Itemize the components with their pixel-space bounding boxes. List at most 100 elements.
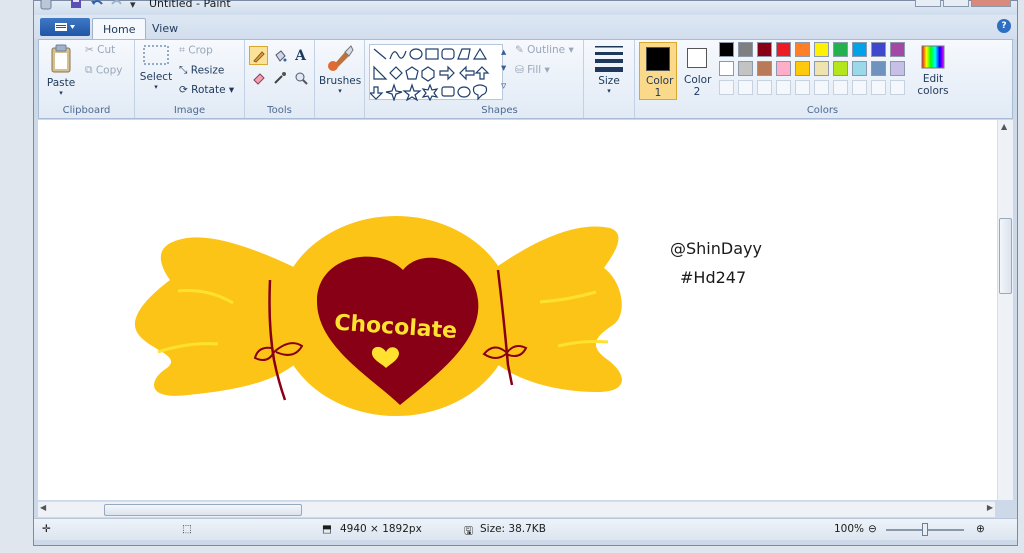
palette-swatch[interactable]: [776, 61, 791, 76]
rotate-icon: ⟳: [179, 84, 188, 96]
zoom-out-button[interactable]: ⊖: [868, 523, 877, 535]
palette-swatch[interactable]: [890, 42, 905, 57]
copy-button[interactable]: ⧉ Copy: [85, 64, 122, 77]
pencil-tool[interactable]: [249, 46, 268, 65]
palette-swatch[interactable]: [757, 61, 772, 76]
vertical-scrollbar[interactable]: ▲: [997, 120, 1013, 500]
palette-swatch[interactable]: [814, 42, 829, 57]
close-button[interactable]: [971, 0, 1011, 7]
custom-color-slot[interactable]: [719, 80, 734, 95]
palette-swatch[interactable]: [757, 42, 772, 57]
paint-menu-button[interactable]: [40, 18, 90, 36]
edit-colors-button[interactable]: Edit colors: [913, 44, 953, 102]
customize-quick-access-icon[interactable]: ▾: [130, 0, 136, 12]
custom-color-slot[interactable]: [814, 80, 829, 95]
text-tool[interactable]: A: [291, 46, 310, 65]
shapes-expand[interactable]: ▿: [501, 80, 506, 92]
brushes-button[interactable]: Brushes ▾: [319, 44, 361, 95]
palette-swatch[interactable]: [852, 42, 867, 57]
vertical-scroll-thumb[interactable]: [999, 218, 1012, 294]
palette-swatch[interactable]: [719, 42, 734, 57]
edit-colors-label: Edit colors: [917, 73, 949, 97]
paintbrush-icon: [328, 45, 354, 71]
redo-icon[interactable]: [110, 0, 124, 12]
minimize-button[interactable]: [915, 0, 941, 7]
shapes-scroll-up[interactable]: ▴: [501, 46, 506, 58]
palette-swatch[interactable]: [833, 61, 848, 76]
tools-group: A Tools: [245, 40, 315, 118]
clipboard-icon: [51, 44, 71, 73]
color1-swatch: [646, 47, 670, 71]
palette-swatch[interactable]: [795, 61, 810, 76]
outline-pencil-icon: ✎: [515, 44, 524, 56]
scroll-left-arrow[interactable]: ◀: [40, 503, 46, 512]
palette-swatch[interactable]: [738, 61, 753, 76]
colors-group-label: Colors: [806, 105, 839, 116]
shapes-gallery[interactable]: [368, 44, 503, 102]
custom-color-slot[interactable]: [776, 80, 791, 95]
save-icon[interactable]: [70, 0, 82, 12]
fill-bucket-tool[interactable]: [270, 46, 289, 65]
canvas-area[interactable]: Chocolate @ShinDayy #Hd247 ▲: [38, 120, 1013, 500]
color1-button[interactable]: Color 1: [639, 42, 677, 100]
custom-color-slot[interactable]: [871, 80, 886, 95]
palette-swatch[interactable]: [833, 42, 848, 57]
paste-button[interactable]: Paste ▾: [45, 44, 77, 97]
resize-icon: ⤡: [179, 64, 188, 76]
zoom-in-button[interactable]: ⊕: [976, 523, 985, 535]
select-button[interactable]: Select ▾: [139, 44, 173, 91]
zoom-level: 100%: [834, 523, 865, 535]
zoom-slider[interactable]: [886, 523, 964, 536]
image-group: Select ▾ ⌗ Crop ⤡ Resize ⟳ Rotate ▾ Imag…: [135, 40, 245, 118]
custom-color-slot[interactable]: [890, 80, 905, 95]
rotate-button[interactable]: ⟳ Rotate ▾: [179, 84, 234, 96]
resize-button[interactable]: ⤡ Resize: [179, 64, 224, 77]
crop-button[interactable]: ⌗ Crop: [179, 44, 213, 57]
palette-swatch[interactable]: [890, 61, 905, 76]
palette-swatch[interactable]: [814, 61, 829, 76]
custom-color-slot[interactable]: [852, 80, 867, 95]
custom-color-slot[interactable]: [833, 80, 848, 95]
help-icon[interactable]: ?: [997, 19, 1011, 33]
cut-button[interactable]: ✂ Cut: [85, 44, 115, 56]
palette-swatch[interactable]: [738, 42, 753, 57]
scroll-right-arrow[interactable]: ▶: [987, 503, 993, 512]
paint-app-icon[interactable]: [40, 0, 52, 12]
custom-color-slot[interactable]: [795, 80, 810, 95]
crop-label: Crop: [188, 44, 213, 57]
fill-button[interactable]: ⛁ Fill ▾: [515, 64, 550, 76]
palette-swatch[interactable]: [871, 61, 886, 76]
palette-swatch[interactable]: [719, 61, 734, 76]
custom-color-slot[interactable]: [738, 80, 753, 95]
pencil-icon: [252, 50, 265, 63]
maximize-button[interactable]: [943, 0, 969, 7]
size-button[interactable]: Size ▾: [588, 44, 630, 95]
magnifier-icon: [295, 72, 308, 85]
selection-rectangle-icon: [143, 45, 169, 65]
resize-label: Resize: [190, 64, 225, 77]
selection-size-icon: ⬚: [182, 523, 192, 535]
magnifier-tool[interactable]: [291, 68, 310, 87]
custom-color-slot[interactable]: [757, 80, 772, 95]
horizontal-scroll-thumb[interactable]: [104, 504, 302, 516]
palette-swatch[interactable]: [795, 42, 810, 57]
drawing-canvas[interactable]: Chocolate: [38, 120, 996, 500]
color2-button[interactable]: Color 2: [679, 42, 715, 100]
crop-icon: ⌗: [179, 44, 185, 56]
palette-swatch[interactable]: [776, 42, 791, 57]
eraser-tool[interactable]: [249, 68, 268, 87]
outline-label: Outline: [527, 44, 566, 56]
horizontal-scrollbar[interactable]: ◀ ▶: [38, 501, 995, 517]
window-title: Untitled - Paint: [149, 0, 231, 10]
palette-swatch[interactable]: [871, 42, 886, 57]
tab-home[interactable]: Home: [92, 18, 147, 39]
undo-icon[interactable]: [90, 0, 104, 12]
palette-swatch[interactable]: [852, 61, 867, 76]
outline-button[interactable]: ✎ Outline ▾: [515, 44, 574, 56]
shapes-scroll-down[interactable]: ▾: [501, 62, 506, 74]
scroll-up-arrow[interactable]: ▲: [1001, 122, 1007, 131]
tab-view[interactable]: View: [142, 18, 188, 39]
zoom-slider-thumb[interactable]: [922, 523, 928, 536]
color-picker-tool[interactable]: [270, 68, 289, 87]
status-bar: ✛ ⬚ ⬒ 4940 × 1892px 🖫 Size: 38.7KB 100% …: [34, 518, 1017, 540]
